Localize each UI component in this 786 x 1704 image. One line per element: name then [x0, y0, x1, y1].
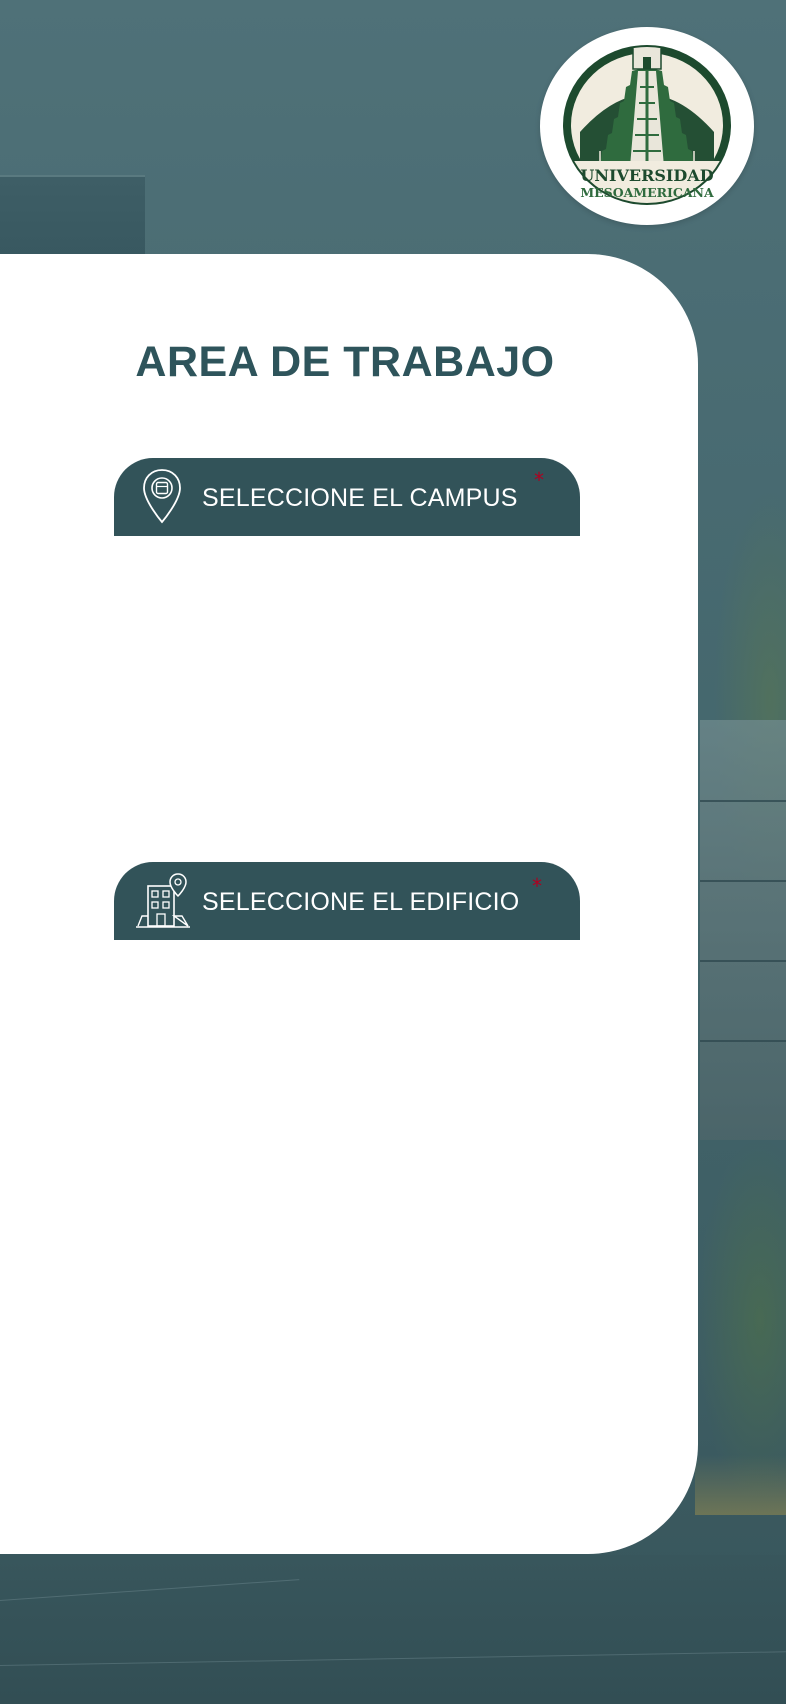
background-window-line [700, 960, 786, 962]
campus-selector-label: SELECCIONE EL CAMPUS [202, 484, 518, 512]
logo-text-line1: UNIVERSIDAD [580, 166, 713, 185]
university-logo: UNIVERSIDAD MESOAMERICANA [540, 27, 754, 225]
background-window-line [700, 800, 786, 802]
campus-selector[interactable]: SELECCIONE EL CAMPUS * [114, 458, 580, 536]
background-road [0, 1555, 786, 1704]
page-title: AREA DE TRABAJO [135, 338, 555, 386]
campus-required-mark: * [534, 468, 544, 492]
background-window-line [700, 880, 786, 882]
location-pin-icon [132, 466, 192, 528]
building-selector-label: SELECCIONE EL EDIFICIO [202, 888, 520, 916]
background-building-left [0, 175, 145, 257]
logo-text-line2: MESOAMERICANA [580, 185, 714, 200]
background-curb [695, 1455, 786, 1515]
background-building-right [700, 720, 786, 1140]
building-required-mark: * [532, 874, 542, 898]
background-window-line [700, 1040, 786, 1042]
building-location-icon [134, 872, 194, 934]
building-selector[interactable]: SELECCIONE EL EDIFICIO * [114, 862, 580, 940]
